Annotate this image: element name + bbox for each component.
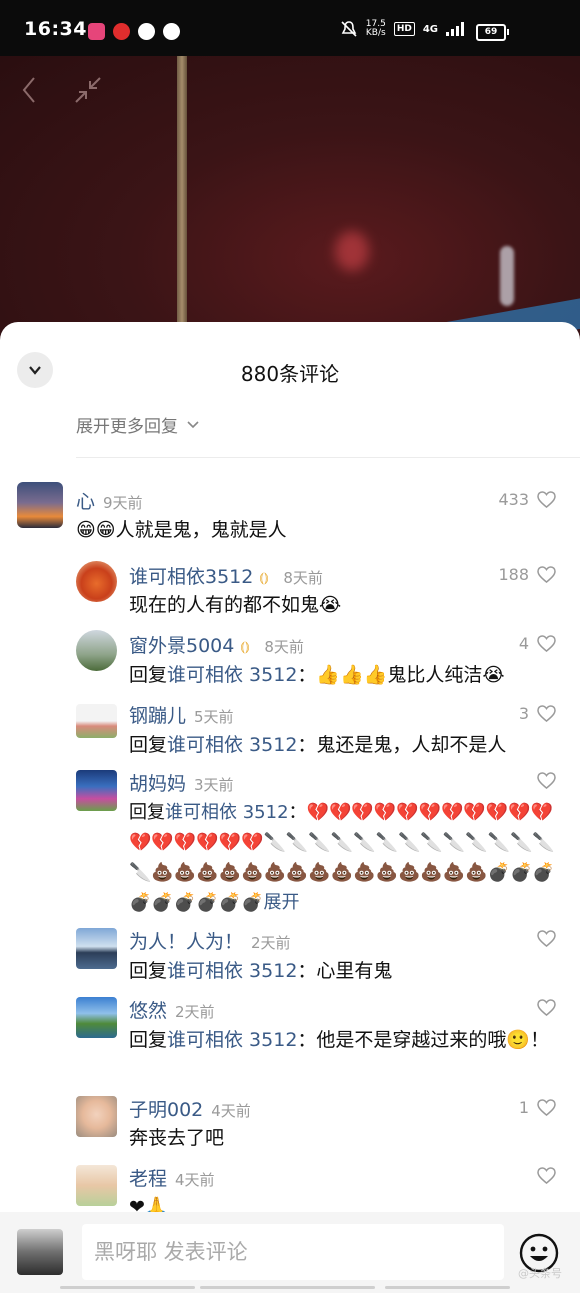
heart-icon (537, 1167, 556, 1184)
reply-time: 4天前 (211, 1102, 251, 1120)
reply-text: 回复谁可相依 3512：💔💔💔💔💔💔💔💔💔💔💔💔💔💔💔💔💔🔪🔪🔪🔪🔪🔪🔪🔪🔪🔪🔪… (129, 802, 555, 913)
reply-target-link[interactable]: 谁可相依 3512 (167, 664, 297, 686)
avatar[interactable] (17, 482, 63, 528)
like-button[interactable]: 433 (498, 490, 556, 509)
avatar[interactable] (76, 1165, 117, 1206)
like-button[interactable]: 4 (519, 634, 556, 653)
netease-music-icon (113, 23, 130, 40)
reply-username[interactable]: 为人！人为！ 2天前 (129, 927, 291, 954)
reply-time: 8天前 (264, 638, 304, 656)
avatar[interactable] (76, 770, 117, 811)
like-button[interactable]: 188 (498, 565, 556, 584)
network-type: 4G (422, 23, 438, 35)
reply-username[interactable]: 胡妈妈 3天前 (129, 769, 234, 796)
reply-time: 2天前 (251, 934, 291, 952)
notification-icons (88, 23, 180, 40)
comments-count-title: 880条评论 (240, 362, 340, 386)
reply-username[interactable]: 悠然 2天前 (129, 996, 215, 1023)
reply-time: 2天前 (175, 1003, 215, 1021)
like-button[interactable] (529, 930, 556, 947)
reply-text: 奔丧去了吧 (129, 1127, 225, 1149)
watermark: @头条号 (518, 1267, 562, 1280)
comment-text: 😁😁人就是鬼，鬼就是人 (76, 519, 287, 541)
heart-icon (537, 772, 556, 789)
heart-icon (537, 635, 556, 652)
expand-label: 展开更多回复 (76, 417, 178, 437)
reply-target-link[interactable]: 谁可相依 3512 (167, 1029, 297, 1051)
wechat-icon (138, 23, 155, 40)
status-right: 17.5 KB/s HD 4G (340, 20, 468, 38)
like-button[interactable]: 3 (519, 704, 556, 723)
heart-icon (537, 1099, 556, 1116)
like-count: 433 (498, 490, 529, 509)
like-count: 4 (518, 634, 529, 653)
hd-indicator: HD (393, 22, 415, 36)
reply-target-link[interactable]: 谁可相依 3512 (167, 960, 297, 982)
heart-icon (537, 930, 556, 947)
avatar[interactable] (76, 928, 117, 969)
network-speed: 17.5 KB/s (365, 19, 386, 38)
reply-username[interactable]: 窗外景5004 ⦅⦆ 8天前 (129, 631, 304, 658)
chevron-down-icon (187, 420, 199, 428)
video-player[interactable] (0, 56, 580, 346)
like-button[interactable] (529, 772, 556, 789)
expand-more-replies[interactable]: 展开更多回复 (76, 412, 200, 437)
badge-icon: ⦅⦆ (259, 570, 269, 586)
bell-off-icon (341, 21, 357, 37)
like-button[interactable]: 1 (519, 1098, 556, 1117)
heart-icon (537, 705, 556, 722)
reply-username[interactable]: 子明002 4天前 (129, 1095, 251, 1122)
signal-icon (446, 22, 464, 36)
battery-icon: 69 (476, 24, 509, 41)
comment-composer: 黑呀耶 发表评论 @头条号 (0, 1212, 580, 1293)
expand-reply-link[interactable]: 展开 (263, 892, 299, 913)
reply-text: 现在的人有的都不如鬼😭 (129, 594, 342, 616)
reply-time: 4天前 (175, 1171, 215, 1189)
reply-time: 5天前 (194, 708, 234, 726)
lala-app-icon (88, 23, 105, 40)
video-light (335, 231, 369, 271)
comment-time: 9天前 (103, 494, 143, 512)
navigation-icon (163, 23, 180, 40)
chevron-left-icon[interactable] (20, 76, 38, 104)
avatar[interactable] (76, 704, 117, 738)
divider (76, 457, 580, 458)
reply-username[interactable]: 钢蹦儿 5天前 (129, 701, 234, 728)
comment-username[interactable]: 心 9天前 (76, 487, 143, 514)
video-reflection (500, 246, 514, 306)
heart-icon (537, 491, 556, 508)
reply-username[interactable]: 老程 4天前 (129, 1164, 215, 1191)
reply-text: ❤🙏 (129, 1196, 169, 1212)
avatar[interactable] (76, 997, 117, 1038)
heart-icon (537, 999, 556, 1016)
reply-time: 8天前 (283, 569, 323, 587)
collapse-arrows-icon[interactable] (74, 76, 102, 104)
like-count: 188 (498, 565, 529, 584)
avatar[interactable] (76, 630, 117, 671)
reply-text: 回复谁可相依 3512：心里有鬼 (129, 960, 393, 982)
like-count: 3 (518, 704, 529, 723)
avatar[interactable] (76, 561, 117, 602)
reply-target-link[interactable]: 谁可相依 3512 (167, 734, 297, 756)
comment-input[interactable]: 黑呀耶 发表评论 (82, 1224, 504, 1280)
reply-text: 回复谁可相依 3512：鬼还是鬼，人却不是人 (129, 734, 507, 756)
reply-text: 回复谁可相依 3512：👍👍👍鬼比人纯洁😭 (129, 664, 505, 686)
like-button[interactable] (529, 1167, 556, 1184)
badge-icon: ⦅⦆ (240, 639, 250, 655)
like-count: 1 (518, 1098, 529, 1117)
avatar[interactable] (76, 1096, 117, 1137)
my-avatar[interactable] (17, 1229, 63, 1275)
reply-target-link[interactable]: 谁可相依 3512 (165, 802, 289, 823)
gesture-bar (0, 1286, 580, 1289)
status-time: 16:34 (24, 18, 87, 40)
reply-time: 3天前 (194, 776, 234, 794)
status-bar: 16:34 17.5 KB/s HD 4G 69 (0, 0, 580, 56)
video-pole (177, 56, 187, 346)
reply-username[interactable]: 谁可相依3512 ⦅⦆ 8天前 (129, 562, 323, 589)
reply-text: 回复谁可相依 3512：他是不是穿越过来的哦🙂！ (129, 1029, 550, 1051)
heart-icon (537, 566, 556, 583)
like-button[interactable] (529, 999, 556, 1016)
